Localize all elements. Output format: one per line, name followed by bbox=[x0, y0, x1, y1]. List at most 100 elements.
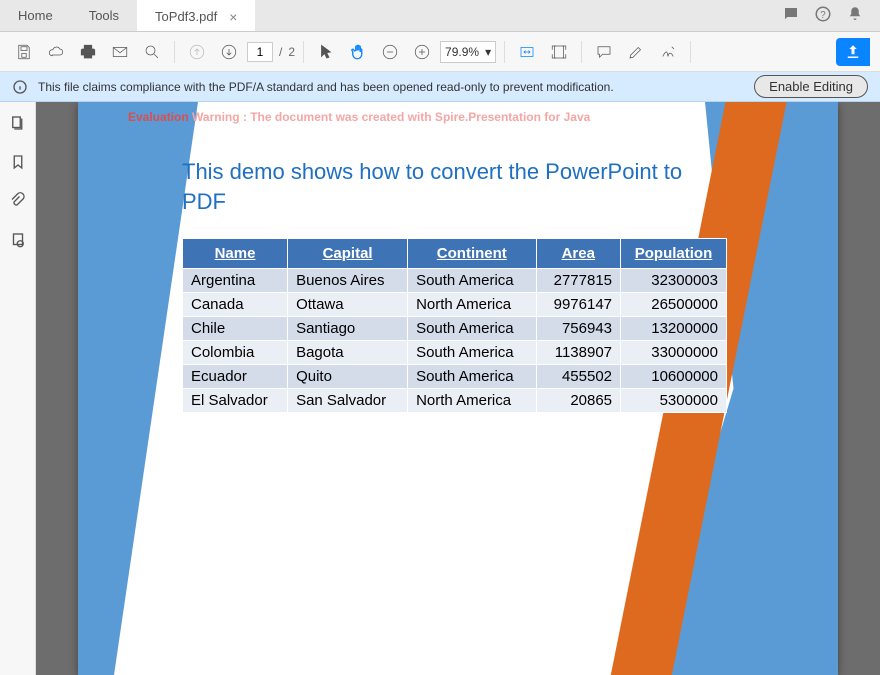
comment-icon[interactable] bbox=[590, 38, 618, 66]
cell-name: Canada bbox=[183, 293, 288, 317]
tab-tools[interactable]: Tools bbox=[71, 0, 137, 31]
page-sep: / bbox=[279, 45, 282, 59]
info-icon bbox=[12, 79, 28, 95]
current-page-input[interactable] bbox=[247, 42, 273, 62]
tab-file[interactable]: ToPdf3.pdf × bbox=[137, 0, 255, 31]
tab-home[interactable]: Home bbox=[0, 0, 71, 31]
total-pages: 2 bbox=[288, 45, 295, 59]
bell-icon[interactable] bbox=[846, 5, 864, 26]
table-row: EcuadorQuitoSouth America45550210600000 bbox=[183, 365, 727, 389]
cell-continent: North America bbox=[408, 293, 536, 317]
zoom-out-icon[interactable] bbox=[376, 38, 404, 66]
cell-continent: South America bbox=[408, 269, 536, 293]
tab-file-label: ToPdf3.pdf bbox=[155, 9, 217, 24]
cell-area: 2777815 bbox=[536, 269, 621, 293]
cell-capital: San Salvador bbox=[288, 389, 408, 413]
page-down-icon[interactable] bbox=[215, 38, 243, 66]
mail-icon[interactable] bbox=[106, 38, 134, 66]
svg-text:?: ? bbox=[820, 10, 826, 21]
cell-continent: South America bbox=[408, 317, 536, 341]
main-area: Evaluation Warning : The document was cr… bbox=[0, 102, 880, 675]
cell-capital: Santiago bbox=[288, 317, 408, 341]
cell-population: 13200000 bbox=[621, 317, 727, 341]
standards-icon[interactable] bbox=[9, 231, 27, 252]
cell-population: 26500000 bbox=[621, 293, 727, 317]
eval-text: Warning : The document was created with … bbox=[192, 110, 590, 124]
cloud-icon[interactable] bbox=[42, 38, 70, 66]
table-row: ChileSantiagoSouth America75694313200000 bbox=[183, 317, 727, 341]
cell-name: Chile bbox=[183, 317, 288, 341]
cell-name: Colombia bbox=[183, 341, 288, 365]
cell-area: 9976147 bbox=[536, 293, 621, 317]
toolbar: / 2 79.9% ▾ bbox=[0, 32, 880, 72]
top-tab-bar: Home Tools ToPdf3.pdf × ? bbox=[0, 0, 880, 32]
save-icon[interactable] bbox=[10, 38, 38, 66]
eval-prefix: Evaluation bbox=[128, 110, 192, 124]
cell-population: 10600000 bbox=[621, 365, 727, 389]
attachment-icon[interactable] bbox=[9, 192, 27, 213]
separator bbox=[581, 41, 582, 63]
enable-editing-button[interactable]: Enable Editing bbox=[754, 75, 868, 98]
tab-close-icon[interactable]: × bbox=[229, 9, 237, 25]
cell-area: 1138907 bbox=[536, 341, 621, 365]
zoom-level-select[interactable]: 79.9% ▾ bbox=[440, 41, 496, 63]
document-viewport[interactable]: Evaluation Warning : The document was cr… bbox=[36, 102, 880, 675]
info-bar: This file claims compliance with the PDF… bbox=[0, 72, 880, 102]
share-button[interactable] bbox=[836, 38, 870, 66]
table-row: El SalvadorSan SalvadorNorth America2086… bbox=[183, 389, 727, 413]
cell-population: 32300003 bbox=[621, 269, 727, 293]
table-header-row: Name Capital Continent Area Population bbox=[183, 239, 727, 269]
cell-population: 33000000 bbox=[621, 341, 727, 365]
zoom-value: 79.9% bbox=[445, 45, 479, 59]
zoom-in-icon[interactable] bbox=[408, 38, 436, 66]
fit-page-icon[interactable] bbox=[545, 38, 573, 66]
fit-width-icon[interactable] bbox=[513, 38, 541, 66]
info-message: This file claims compliance with the PDF… bbox=[38, 80, 614, 94]
cell-name: El Salvador bbox=[183, 389, 288, 413]
slide-title: This demo shows how to convert the Power… bbox=[182, 157, 727, 216]
page-up-icon[interactable] bbox=[183, 38, 211, 66]
highlight-icon[interactable] bbox=[622, 38, 650, 66]
col-capital: Capital bbox=[288, 239, 408, 269]
cell-area: 455502 bbox=[536, 365, 621, 389]
sign-icon[interactable] bbox=[654, 38, 682, 66]
search-icon[interactable] bbox=[138, 38, 166, 66]
col-continent: Continent bbox=[408, 239, 536, 269]
separator bbox=[690, 41, 691, 63]
chat-icon[interactable] bbox=[782, 5, 800, 26]
col-name: Name bbox=[183, 239, 288, 269]
table-row: ArgentinaBuenos AiresSouth America277781… bbox=[183, 269, 727, 293]
cell-name: Argentina bbox=[183, 269, 288, 293]
table-row: CanadaOttawaNorth America997614726500000 bbox=[183, 293, 727, 317]
slide-content: This demo shows how to convert the Power… bbox=[182, 157, 727, 413]
table-row: ColombiaBagotaSouth America1138907330000… bbox=[183, 341, 727, 365]
cell-capital: Buenos Aires bbox=[288, 269, 408, 293]
pdf-page: Evaluation Warning : The document was cr… bbox=[78, 102, 838, 675]
bookmark-icon[interactable] bbox=[9, 153, 27, 174]
separator bbox=[504, 41, 505, 63]
cell-area: 20865 bbox=[536, 389, 621, 413]
cell-continent: South America bbox=[408, 365, 536, 389]
cell-capital: Quito bbox=[288, 365, 408, 389]
print-icon[interactable] bbox=[74, 38, 102, 66]
col-population: Population bbox=[621, 239, 727, 269]
evaluation-warning: Evaluation Warning : The document was cr… bbox=[128, 110, 590, 124]
cell-continent: South America bbox=[408, 341, 536, 365]
decorative-shape bbox=[78, 102, 198, 675]
hand-icon[interactable] bbox=[344, 38, 372, 66]
help-icon[interactable]: ? bbox=[814, 5, 832, 26]
thumbnails-icon[interactable] bbox=[9, 114, 27, 135]
separator bbox=[174, 41, 175, 63]
chevron-down-icon: ▾ bbox=[485, 45, 491, 59]
separator bbox=[303, 41, 304, 63]
cell-capital: Bagota bbox=[288, 341, 408, 365]
left-nav-rail bbox=[0, 102, 36, 675]
pointer-icon[interactable] bbox=[312, 38, 340, 66]
col-area: Area bbox=[536, 239, 621, 269]
page-indicator: / 2 bbox=[247, 42, 295, 62]
cell-capital: Ottawa bbox=[288, 293, 408, 317]
data-table: Name Capital Continent Area Population A… bbox=[182, 238, 727, 413]
cell-continent: North America bbox=[408, 389, 536, 413]
cell-area: 756943 bbox=[536, 317, 621, 341]
cell-name: Ecuador bbox=[183, 365, 288, 389]
